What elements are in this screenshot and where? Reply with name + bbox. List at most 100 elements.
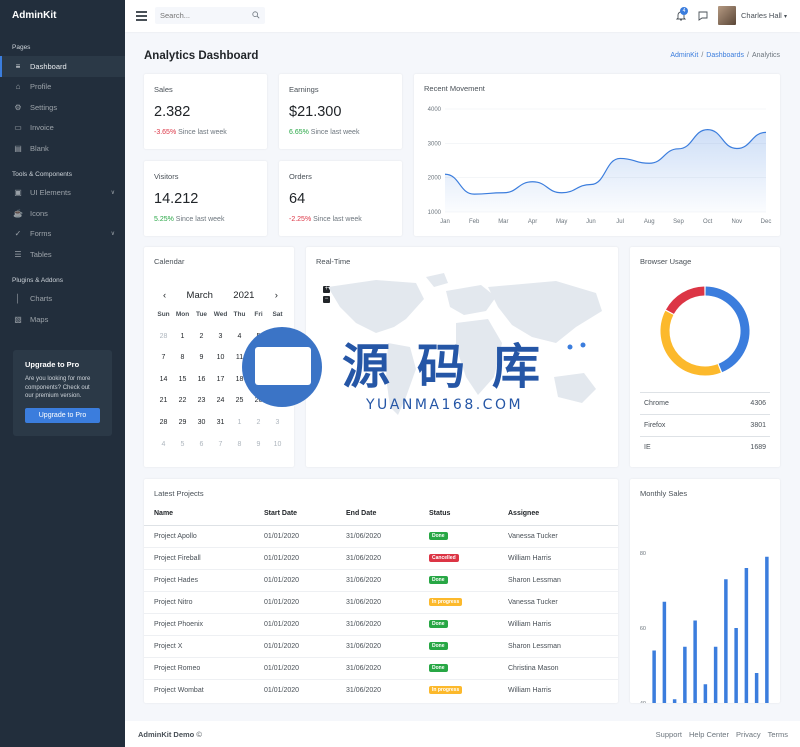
calendar-day[interactable]: 20 — [268, 376, 287, 383]
calendar-day[interactable]: 15 — [173, 376, 192, 383]
status-cell: Cancelled — [419, 546, 498, 569]
calendar-day[interactable]: 26 — [249, 397, 268, 404]
calendar-day[interactable]: 28 — [154, 333, 173, 340]
footer-link-privacy[interactable]: Privacy — [736, 730, 761, 739]
message-icon[interactable] — [698, 11, 708, 21]
calendar-day[interactable]: 23 — [192, 397, 211, 404]
calendar-day[interactable]: 5 — [249, 333, 268, 340]
footer-link-support[interactable]: Support — [656, 730, 682, 739]
table-row[interactable]: Project Fireball 01/01/2020 31/06/2020 Canc… — [144, 546, 618, 569]
sidebar-item-tables[interactable]: ☰ Tables — [0, 244, 125, 265]
calendar-day[interactable]: 1 — [230, 419, 249, 426]
calendar-day[interactable]: 6 — [268, 333, 287, 340]
footer-copyright[interactable]: AdminKit Demo © — [138, 730, 202, 739]
next-month-icon[interactable]: › — [275, 290, 278, 301]
sidebar-item-dashboard[interactable]: ≡ Dashboard — [0, 56, 125, 77]
sidebar-item-profile[interactable]: ⌂ Profile — [0, 77, 125, 98]
calendar-day[interactable]: 18 — [230, 376, 249, 383]
user-menu[interactable]: Charles Hall ▾ — [741, 11, 787, 20]
y-tick-label: 3000 — [428, 141, 442, 147]
calendar-day[interactable]: 12 — [249, 354, 268, 361]
calendar-day[interactable]: 2 — [192, 333, 211, 340]
calendar-day[interactable]: 1 — [173, 333, 192, 340]
table-row[interactable]: Project Wombat 01/01/2020 31/06/2020 In pro… — [144, 678, 618, 701]
sidebar-item-ui-elements[interactable]: ▣ UI Elements ∨ — [0, 183, 125, 204]
calendar-day[interactable]: 2 — [249, 419, 268, 426]
stat-delta: -2.25% Since last week — [289, 216, 362, 223]
calendar-week: 28 29 30 31 1 2 3 — [154, 419, 287, 441]
table-row[interactable]: Project Romeo 01/01/2020 31/06/2020 Done Chr… — [144, 656, 618, 679]
sidebar-item-forms[interactable]: ✓ Forms ∨ — [0, 224, 125, 245]
calendar-day[interactable]: 10 — [268, 441, 287, 448]
browser-row: IE 1689 — [640, 436, 770, 458]
sidebar-item-settings[interactable]: ⚙ Settings — [0, 97, 125, 118]
calendar-day[interactable]: 9 — [249, 441, 268, 448]
avatar[interactable] — [718, 6, 736, 25]
table-cell: Project X — [144, 634, 254, 657]
search-input[interactable] — [155, 7, 245, 24]
calendar-day[interactable]: 19 — [249, 376, 268, 383]
y-tick-label: 1000 — [428, 210, 442, 216]
table-row[interactable]: Project Apollo 01/01/2020 31/06/2020 Done Va… — [144, 524, 618, 547]
sidebar-toggle-icon[interactable] — [136, 11, 147, 23]
sidebar-item-blank[interactable]: ▤ Blank — [0, 138, 125, 159]
calendar-day[interactable]: 3 — [211, 333, 230, 340]
sidebar-item-maps[interactable]: ▧ Maps — [0, 309, 125, 330]
table-cell: Sharon Lessman — [498, 634, 618, 657]
calendar-day[interactable]: 11 — [230, 354, 249, 361]
calendar-day[interactable]: 4 — [230, 333, 249, 340]
calendar-day[interactable]: 31 — [211, 419, 230, 426]
calendar-day[interactable]: 28 — [154, 419, 173, 426]
y-tick-label: 40 — [640, 701, 646, 703]
search-icon[interactable] — [252, 11, 260, 19]
sidebar-item-invoice[interactable]: ▭ Invoice — [0, 118, 125, 139]
calendar-day[interactable]: 6 — [192, 441, 211, 448]
calendar-day[interactable]: 16 — [192, 376, 211, 383]
calendar-day[interactable]: 7 — [154, 354, 173, 361]
calendar-day[interactable]: 8 — [230, 441, 249, 448]
x-tick-label: Nov — [731, 219, 742, 225]
calendar-day[interactable]: 7 — [211, 441, 230, 448]
calendar-day[interactable]: 25 — [230, 397, 249, 404]
sidebar-item-icons[interactable]: ☕ Icons — [0, 203, 125, 224]
calendar-day[interactable]: 13 — [268, 354, 287, 361]
realtime-card: Real-Time + − — [306, 247, 618, 467]
calendar-day[interactable]: 9 — [192, 354, 211, 361]
footer-link-terms[interactable]: Terms — [768, 730, 788, 739]
recent-movement-card: Recent Movement 1000 2000 3000 4000 Jan Feb Ma… — [414, 74, 780, 236]
sidebar-item-charts[interactable]: │ Charts — [0, 289, 125, 310]
prev-month-icon[interactable]: ‹ — [163, 290, 166, 301]
table-cell: Project Fireball — [144, 546, 254, 569]
table-row[interactable]: Project X 01/01/2020 31/06/2020 Done Sharon … — [144, 634, 618, 657]
calendar-day[interactable]: 8 — [173, 354, 192, 361]
calendar-day[interactable]: 10 — [211, 354, 230, 361]
breadcrumb-link-dashboards[interactable]: Dashboards — [706, 52, 744, 59]
table-cell: Christina Mason — [498, 656, 618, 679]
calendar-day[interactable]: 29 — [173, 419, 192, 426]
upgrade-button[interactable]: Upgrade to Pro — [25, 407, 100, 423]
table-row[interactable]: Project Nitro 01/01/2020 31/06/2020 In prog… — [144, 590, 618, 613]
calendar-day[interactable]: 4 — [154, 441, 173, 448]
stat-card-orders: Orders 64 -2.25% Since last week — [279, 161, 402, 236]
table-row[interactable]: Project Hades 01/01/2020 31/06/2020 Done Sha… — [144, 568, 618, 591]
brand-logo[interactable]: AdminKit — [0, 0, 125, 32]
calendar-day[interactable]: 5 — [173, 441, 192, 448]
x-tick-label: Aug — [644, 219, 655, 225]
sidebar-nav: Pages ≡ Dashboard ⌂ Profile ⚙ Settings ▭ Invoice… — [0, 32, 125, 330]
calendar-day[interactable]: 3 — [268, 419, 287, 426]
card-title: Browser Usage — [640, 257, 692, 266]
footer-link-help[interactable]: Help Center — [689, 730, 729, 739]
calendar-day[interactable]: 22 — [173, 397, 192, 404]
stat-card-earnings: Earnings $21.300 6.65% Since last week — [279, 74, 402, 149]
calendar-day[interactable]: 21 — [154, 397, 173, 404]
calendar-day[interactable]: 24 — [211, 397, 230, 404]
map-marker — [567, 344, 573, 350]
calendar-day[interactable]: 14 — [154, 376, 173, 383]
breadcrumb-link-adminkit[interactable]: AdminKit — [670, 52, 698, 59]
sidebar-item-label: Settings — [30, 102, 58, 112]
calendar-day[interactable]: 27 — [268, 397, 287, 404]
status-cell: Done — [419, 634, 498, 657]
table-row[interactable]: Project Phoenix 01/01/2020 31/06/2020 Done W… — [144, 612, 618, 635]
calendar-day[interactable]: 30 — [192, 419, 211, 426]
calendar-day[interactable]: 17 — [211, 376, 230, 383]
